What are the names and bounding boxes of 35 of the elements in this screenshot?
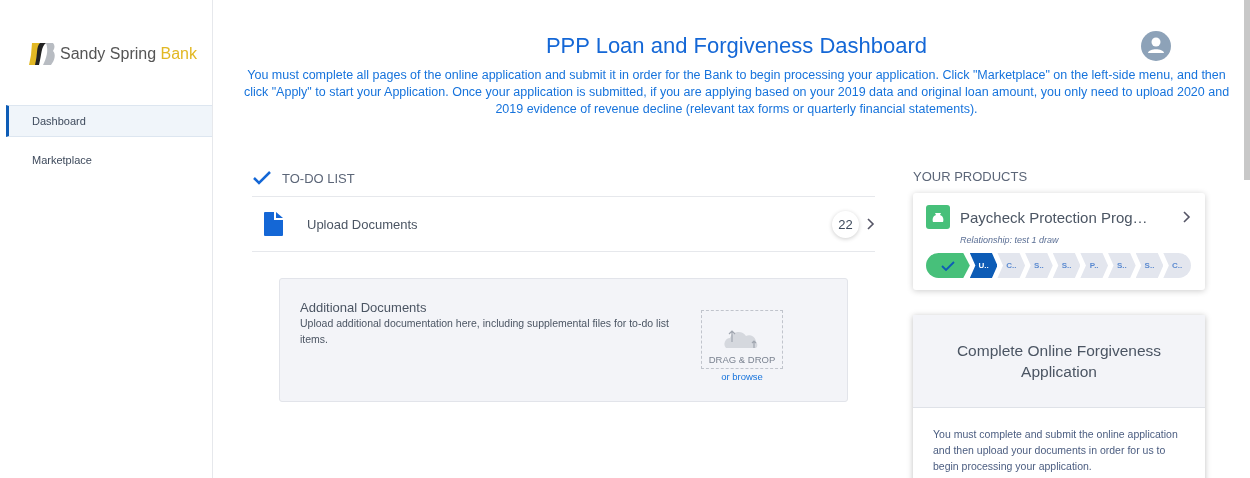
- product-card[interactable]: Paycheck Protection Prog… Relationship: test 1 draw U.. C.. S.. S.. P.. S.. S.. C..: [913, 193, 1205, 290]
- progress-step[interactable]: S..: [1025, 253, 1053, 278]
- product-name: Paycheck Protection Prog…: [960, 208, 1149, 226]
- progress-step[interactable]: S..: [1052, 253, 1081, 278]
- sidebar-item[interactable]: Dashboard: [6, 105, 212, 137]
- check-icon: [252, 170, 272, 186]
- drop-zone[interactable]: DRAG & DROP: [701, 310, 783, 369]
- panel-title: Additional Documents: [300, 300, 428, 315]
- relationship-text: Relationship: test 1 draw: [960, 235, 1060, 245]
- card-text: You must complete and submit the online application and then upload your documents in order for us to begin processing your application.: [932, 427, 1179, 474]
- intro-text: You must complete all pages of the online application and submit it in order for the Bank to begin processing your application. Click "Marketplace" on the left-side menu, and then click "Apply" to start your Application. Once your application is submitted, if you are applying based on your 2019 data and original loan amount, you only need to upload 2020 and 2019 evidence of revenue decline (relevant tax forms or quarterly financial statements).: [242, 67, 1231, 118]
- progress-step[interactable]: C..: [1163, 253, 1191, 278]
- avatar-icon[interactable]: [1141, 31, 1171, 61]
- section-title: TO-DO LIST: [282, 170, 355, 186]
- scrollbar[interactable]: [1244, 0, 1250, 180]
- check-icon: [940, 260, 955, 271]
- completed-step[interactable]: [926, 253, 970, 278]
- progress-step[interactable]: C..: [997, 253, 1026, 278]
- chevron-right-icon[interactable]: [867, 218, 875, 230]
- progress-step[interactable]: S..: [1108, 253, 1136, 278]
- todo-item[interactable]: Upload Documents: [307, 216, 832, 232]
- brand-name: Sandy Spring Bank: [60, 45, 197, 63]
- page-title: PPP Loan and Forgiveness Dashboard: [545, 33, 928, 59]
- section-title: YOUR PRODUCTS: [913, 168, 1029, 186]
- document-icon: [264, 212, 283, 236]
- progress-step[interactable]: S..: [1135, 253, 1164, 278]
- card-title: Complete Online Forgiveness Application: [955, 341, 1163, 382]
- progress-step[interactable]: P..: [1080, 253, 1109, 278]
- logo-icon: [28, 41, 56, 67]
- count-badge: 22: [832, 210, 859, 238]
- sidebar-item[interactable]: Marketplace: [6, 145, 212, 175]
- chevron-right-icon[interactable]: [1183, 211, 1191, 223]
- browse-link[interactable]: or browse: [721, 371, 763, 382]
- progress-step[interactable]: U..: [969, 253, 998, 278]
- panel-description: Upload additional documentation here, including supplemental files for to-do list items.: [300, 316, 670, 347]
